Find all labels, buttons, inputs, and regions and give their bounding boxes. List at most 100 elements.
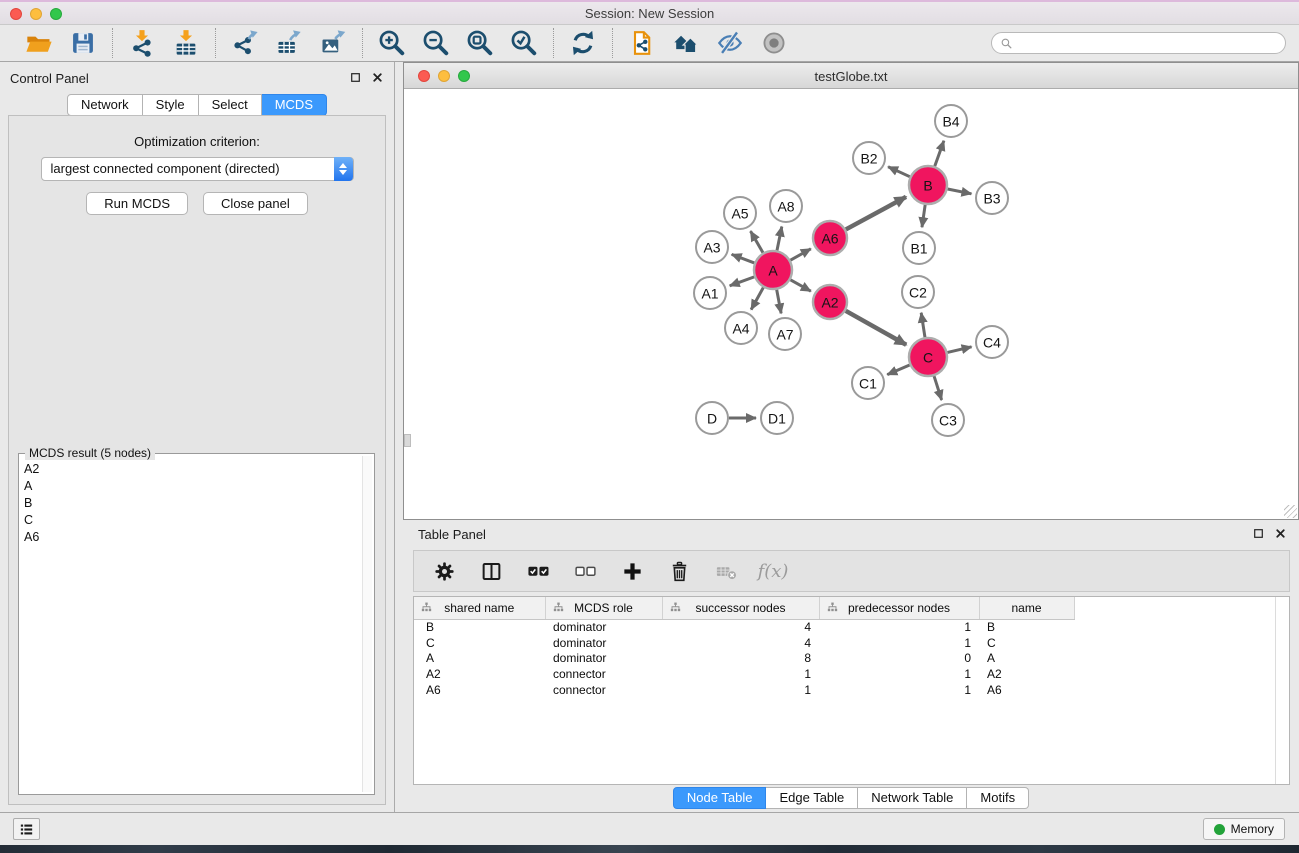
column-header-MCDS-role[interactable]: MCDS role — [545, 597, 662, 619]
result-scrollbar[interactable] — [362, 456, 372, 792]
graph-edge-C-C1[interactable] — [887, 365, 909, 375]
network-canvas[interactable]: B4B2BB3A8A5A6A3B1AA1C2A2A4A7C4CC1DD1C3 — [404, 89, 1298, 519]
graph-edge-A-A6[interactable] — [790, 249, 810, 260]
mcds-result-item[interactable]: A2 — [19, 460, 360, 477]
search-input[interactable] — [1017, 36, 1277, 50]
graph-edge-B-B3[interactable] — [948, 189, 972, 194]
task-history-button[interactable] — [13, 818, 40, 840]
table-cell[interactable]: connector — [545, 666, 662, 682]
mcds-result-item[interactable]: A — [19, 477, 360, 494]
table-cell[interactable]: B — [979, 619, 1074, 635]
table-cell[interactable]: 1 — [662, 682, 819, 698]
close-table-panel-icon[interactable] — [1274, 527, 1287, 540]
table-cell[interactable]: A6 — [979, 682, 1074, 698]
zoom-in-button[interactable] — [374, 27, 410, 59]
float-panel-icon[interactable] — [349, 71, 362, 84]
graph-node-A4[interactable]: A4 — [725, 312, 757, 344]
table-scrollbar[interactable] — [1275, 597, 1276, 784]
graph-edge-B-B2[interactable] — [888, 167, 910, 177]
select-all-button[interactable] — [521, 554, 555, 588]
graph-edge-A-A5[interactable] — [751, 231, 763, 253]
export-table-button[interactable] — [271, 27, 307, 59]
graph-node-D[interactable]: D — [696, 402, 728, 434]
tab-network-table[interactable]: Network Table — [858, 787, 967, 809]
graph-node-A1[interactable]: A1 — [694, 277, 726, 309]
float-table-panel-icon[interactable] — [1252, 527, 1265, 540]
table-cell[interactable]: A6 — [414, 682, 545, 698]
graph-node-C[interactable]: C — [909, 338, 947, 376]
graph-edge-C-C3[interactable] — [934, 376, 942, 400]
graph-node-A2[interactable]: A2 — [813, 285, 847, 319]
graph-edge-A2-C[interactable] — [846, 311, 907, 345]
node-table-row[interactable]: Cdominator41C — [414, 635, 1074, 651]
graph-node-B1[interactable]: B1 — [903, 232, 935, 264]
tab-select[interactable]: Select — [199, 94, 262, 116]
table-cell[interactable]: A — [414, 650, 545, 666]
graph-node-B4[interactable]: B4 — [935, 105, 967, 137]
graph-node-A6[interactable]: A6 — [813, 221, 847, 255]
criterion-dropdown[interactable]: largest connected component (directed) — [41, 157, 354, 181]
table-cell[interactable]: 0 — [819, 650, 979, 666]
tab-style[interactable]: Style — [143, 94, 199, 116]
table-cell[interactable]: 8 — [662, 650, 819, 666]
refresh-view-button[interactable] — [565, 27, 601, 59]
close-panel-button[interactable]: Close panel — [203, 192, 308, 215]
graph-node-C1[interactable]: C1 — [852, 367, 884, 399]
canvas-scroll-thumb[interactable] — [404, 434, 411, 447]
export-image-button[interactable] — [315, 27, 351, 59]
graph-edge-A-A8[interactable] — [777, 227, 782, 251]
graph-node-D1[interactable]: D1 — [761, 402, 793, 434]
graph-edge-B-B4[interactable] — [935, 141, 944, 166]
graph-edge-A6-B[interactable] — [846, 197, 906, 230]
import-table-button[interactable] — [168, 27, 204, 59]
graph-edge-A-A2[interactable] — [790, 280, 810, 291]
column-header-successor-nodes[interactable]: successor nodes — [662, 597, 819, 619]
column-header-predecessor-nodes[interactable]: predecessor nodes — [819, 597, 979, 619]
tab-edge-table[interactable]: Edge Table — [766, 787, 858, 809]
table-cell[interactable]: dominator — [545, 635, 662, 651]
table-cell[interactable]: 1 — [819, 666, 979, 682]
table-cell[interactable]: B — [414, 619, 545, 635]
table-cell[interactable]: A — [979, 650, 1074, 666]
export-network-button[interactable] — [227, 27, 263, 59]
table-cell[interactable]: 4 — [662, 635, 819, 651]
graph-edge-A-A4[interactable] — [751, 288, 763, 310]
graph-node-C4[interactable]: C4 — [976, 326, 1008, 358]
graph-edge-B-B1[interactable] — [922, 205, 925, 227]
table-cell[interactable]: C — [414, 635, 545, 651]
tab-mcds[interactable]: MCDS — [262, 94, 327, 116]
column-header-name[interactable]: name — [979, 597, 1074, 619]
show-all-panels-button[interactable] — [668, 27, 704, 59]
table-cell[interactable]: dominator — [545, 619, 662, 635]
memory-button[interactable]: Memory — [1203, 818, 1285, 840]
create-column-button[interactable] — [615, 554, 649, 588]
mcds-result-item[interactable]: A6 — [19, 529, 360, 546]
tab-network[interactable]: Network — [67, 94, 143, 116]
graph-node-C2[interactable]: C2 — [902, 276, 934, 308]
table-cell[interactable]: 1 — [819, 635, 979, 651]
table-settings-button[interactable] — [427, 554, 461, 588]
graph-edge-A-A7[interactable] — [777, 290, 781, 314]
mcds-result-item[interactable]: B — [19, 494, 360, 511]
graph-edge-A-A3[interactable] — [732, 254, 755, 263]
zoom-selected-button[interactable] — [506, 27, 542, 59]
table-cell[interactable]: 4 — [662, 619, 819, 635]
toggle-panes-button[interactable] — [474, 554, 508, 588]
mcds-result-item[interactable]: C — [19, 512, 360, 529]
show-graphics-details-button[interactable] — [756, 27, 792, 59]
graph-node-A3[interactable]: A3 — [696, 231, 728, 263]
table-cell[interactable]: connector — [545, 682, 662, 698]
table-cell[interactable]: 1 — [819, 682, 979, 698]
node-table-row[interactable]: A6connector11A6 — [414, 682, 1074, 698]
graph-node-A7[interactable]: A7 — [769, 318, 801, 350]
new-network-from-selection-button[interactable] — [624, 27, 660, 59]
graph-edge-C-C4[interactable] — [947, 347, 971, 353]
table-cell[interactable]: A2 — [979, 666, 1074, 682]
search-field[interactable] — [991, 32, 1286, 54]
graph-node-B[interactable]: B — [909, 166, 947, 204]
tab-node-table[interactable]: Node Table — [673, 787, 767, 809]
graph-edge-A-A1[interactable] — [730, 277, 754, 286]
node-table-row[interactable]: A2connector11A2 — [414, 666, 1074, 682]
zoom-fit-button[interactable] — [462, 27, 498, 59]
graph-node-C3[interactable]: C3 — [932, 404, 964, 436]
